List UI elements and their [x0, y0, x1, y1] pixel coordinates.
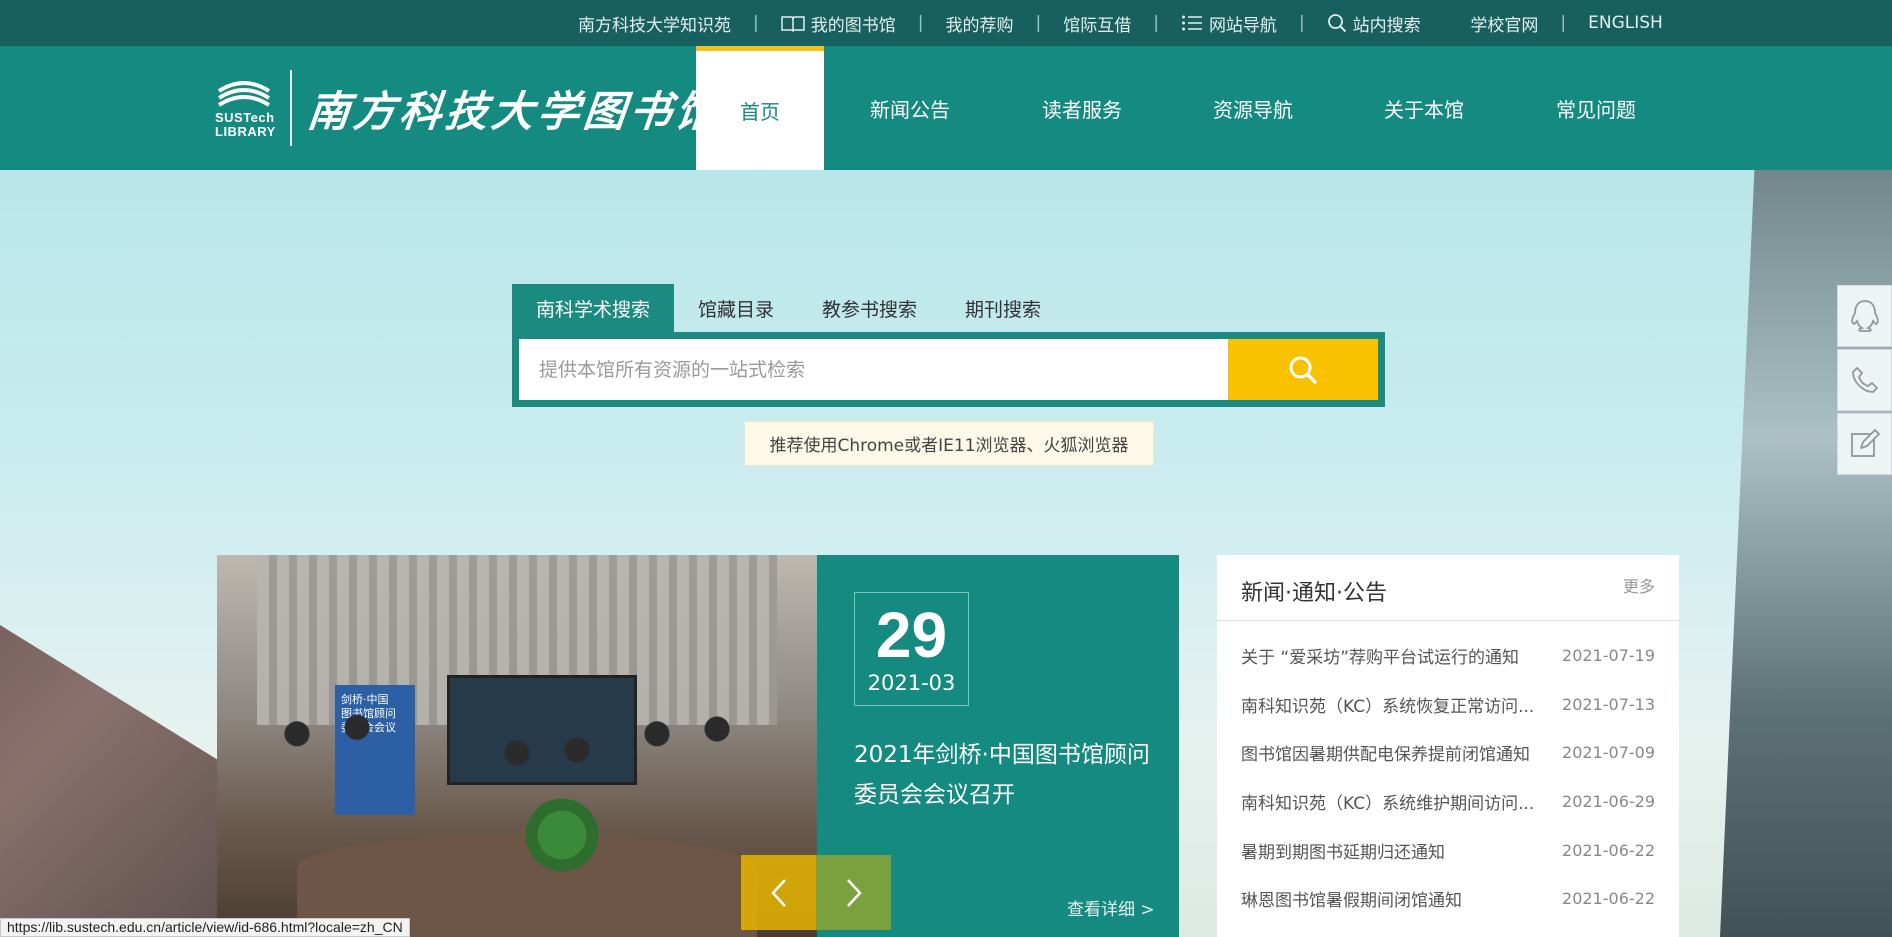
- news-item-date: 2021-07-13: [1562, 694, 1655, 714]
- link-knowledge-center[interactable]: 南方科技大学知识苑: [578, 11, 731, 36]
- separator: |: [917, 13, 924, 33]
- nav-home[interactable]: 首页: [696, 46, 824, 170]
- news-item-date: 2021-06-29: [1562, 791, 1655, 811]
- link-interlibrary-loan[interactable]: 馆际互借: [1063, 11, 1131, 36]
- search-input[interactable]: [519, 339, 1228, 400]
- qq-button[interactable]: [1837, 285, 1892, 347]
- library-name: 南方科技大学图书馆: [304, 86, 725, 136]
- search-icon: [1327, 13, 1347, 33]
- separator: |: [1560, 13, 1567, 33]
- news-item[interactable]: 南科知识苑（KC）系统恢复正常访问... 2021-07-13: [1217, 680, 1679, 729]
- nav-reader-services[interactable]: 读者服务: [996, 46, 1168, 170]
- logo-divider: [289, 70, 292, 146]
- link-my-library[interactable]: 我的图书馆: [780, 11, 896, 36]
- logo-mark-text: SUSTech LIBRARY: [215, 110, 276, 139]
- slide-day: 29: [875, 599, 948, 671]
- sustech-library-mark: SUSTech LIBRARY: [215, 77, 276, 139]
- feedback-button[interactable]: [1837, 413, 1892, 475]
- slide-year-month: 2021-03: [867, 671, 956, 695]
- nav-news[interactable]: 新闻公告: [824, 46, 996, 170]
- news-item[interactable]: 关于 “爱采坊”荐购平台试运行的通知 2021-07-19: [1217, 631, 1679, 680]
- search-button[interactable]: [1228, 339, 1378, 400]
- news-panel: 新闻·通知·公告 更多 关于 “爱采坊”荐购平台试运行的通知 2021-07-19…: [1217, 555, 1679, 937]
- separator: |: [1298, 13, 1305, 33]
- tab-academic-search[interactable]: 南科学术搜索: [512, 284, 675, 332]
- utility-links: 南方科技大学知识苑 | 我的图书馆 | 我的荐购 | 馆际互借 | 网站导航 |…: [578, 0, 1663, 46]
- slide-prev-button[interactable]: [741, 855, 816, 930]
- edit-icon: [1850, 429, 1880, 457]
- separator: |: [1153, 13, 1159, 33]
- separator: |: [753, 13, 759, 33]
- tab-journal-search[interactable]: 期刊搜索: [941, 284, 1065, 332]
- news-item-title: 关于 “爱采坊”荐购平台试运行的通知: [1241, 647, 1520, 668]
- news-item-date: 2021-07-19: [1562, 645, 1655, 665]
- nav-about[interactable]: 关于本馆: [1338, 46, 1510, 170]
- library-logo[interactable]: SUSTech LIBRARY 南方科技大学图书馆: [215, 68, 725, 148]
- chevron-left-icon: [770, 878, 786, 907]
- news-item-date: 2021-07-09: [1562, 743, 1655, 763]
- main-nav: 首页 新闻公告 读者服务 资源导航 关于本馆 常见问题: [696, 46, 1682, 170]
- slide-more-link[interactable]: 查看详细 >: [1067, 895, 1155, 920]
- news-item-title: 南科知识苑（KC）系统维护期间访问...: [1241, 793, 1535, 814]
- slide-date: 29 2021-03: [854, 592, 969, 706]
- slide-photo[interactable]: 剑桥·中国 图书馆顾问 委员会会议: [217, 555, 817, 937]
- link-university-site[interactable]: 学校官网: [1470, 11, 1538, 36]
- link-my-recommendations[interactable]: 我的荐购: [945, 11, 1013, 36]
- search-icon: [1289, 356, 1317, 384]
- news-item-title: 暑期到期图书延期归还通知: [1241, 842, 1445, 863]
- browser-tip: 推荐使用Chrome或者IE11浏览器、火狐浏览器: [744, 421, 1154, 466]
- chevron-right-icon: [846, 878, 862, 907]
- qq-icon: [1850, 300, 1879, 332]
- browser-status-url: https://lib.sustech.edu.cn/article/view/…: [0, 918, 410, 937]
- tab-course-reserves[interactable]: 教参书搜索: [798, 284, 941, 332]
- nav-resources[interactable]: 资源导航: [1168, 46, 1338, 170]
- news-more-link[interactable]: 更多: [1623, 573, 1655, 597]
- news-item[interactable]: 南科知识苑（KC）系统维护期间访问... 2021-06-29: [1217, 777, 1679, 826]
- news-item[interactable]: 琳恩图书馆暑假期间闭馆通知 2021-06-22: [1217, 874, 1679, 923]
- link-english[interactable]: ENGLISH: [1588, 13, 1663, 33]
- phone-icon: [1851, 367, 1878, 393]
- news-item-date: 2021-06-22: [1562, 840, 1655, 860]
- link-site-search[interactable]: 站内搜索: [1327, 11, 1421, 36]
- site-header: SUSTech LIBRARY 南方科技大学图书馆 首页 新闻公告 读者服务 资源…: [0, 46, 1892, 170]
- list-icon: [1181, 14, 1203, 32]
- separator: |: [1035, 13, 1042, 33]
- news-item-title: 琳恩图书馆暑假期间闭馆通知: [1241, 891, 1462, 912]
- slide-next-button[interactable]: [816, 855, 891, 930]
- top-utility-bar: 南方科技大学知识苑 | 我的图书馆 | 我的荐购 | 馆际互借 | 网站导航 |…: [0, 0, 1892, 46]
- building-logo-icon: [217, 81, 271, 107]
- news-list: 关于 “爱采坊”荐购平台试运行的通知 2021-07-19 南科知识苑（KC）系统…: [1217, 621, 1679, 923]
- tab-catalog[interactable]: 馆藏目录: [674, 284, 798, 332]
- news-item[interactable]: 暑期到期图书延期归还通知 2021-06-22: [1217, 826, 1679, 875]
- link-site-navigation[interactable]: 网站导航: [1181, 11, 1277, 36]
- photo-plant: [517, 795, 607, 875]
- slide-title[interactable]: 2021年剑桥·中国图书馆顾问委员会会议召开: [854, 735, 1154, 815]
- news-header: 新闻·通知·公告 更多: [1217, 555, 1679, 621]
- news-title: 新闻·通知·公告: [1241, 581, 1387, 606]
- news-item-title: 图书馆因暑期供配电保养提前闭馆通知: [1241, 745, 1530, 766]
- search-box: [512, 332, 1385, 407]
- phone-button[interactable]: [1837, 349, 1892, 411]
- news-item-date: 2021-06-22: [1562, 889, 1655, 909]
- news-item[interactable]: 图书馆因暑期供配电保养提前闭馆通知 2021-07-09: [1217, 728, 1679, 777]
- news-slideshow: 剑桥·中国 图书馆顾问 委员会会议 29 2021-03 2021年剑桥·中国图…: [217, 555, 1179, 937]
- search-tabs: 南科学术搜索 馆藏目录 教参书搜索 期刊搜索: [512, 284, 1065, 332]
- nav-faq[interactable]: 常见问题: [1510, 46, 1682, 170]
- news-item-title: 南科知识苑（KC）系统恢复正常访问...: [1241, 696, 1535, 717]
- book-icon: [780, 14, 805, 32]
